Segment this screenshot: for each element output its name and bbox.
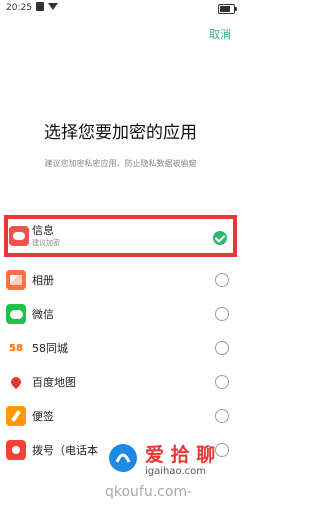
app-row-messages[interactable]: 信息 建议加密 — [4, 215, 237, 257]
watermark-url: igaihao.com — [145, 466, 206, 477]
app-row-wechat[interactable]: 微信 — [0, 297, 241, 331]
app-row-baidu-map[interactable]: 百度地图 — [0, 365, 241, 399]
battery-icon — [218, 4, 237, 14]
app-row-photos[interactable]: 相册 — [0, 263, 241, 297]
app-name: 百度地图 — [32, 376, 76, 389]
app-name: 信息 — [32, 224, 54, 237]
watermark-bottom: qkoufu.com- — [105, 484, 193, 500]
watermark: 爱 拾 聊 igaihao.com qkoufu.com- — [105, 440, 235, 504]
status-icons — [36, 2, 58, 11]
app-list: 信息 建议加密 相册 微信 58 58同城 百度地图 便签 拨号（电话本 — [0, 215, 241, 467]
checked-icon[interactable] — [213, 231, 227, 245]
app-name: 微信 — [32, 308, 54, 321]
status-time: 20:25 — [6, 3, 32, 13]
app-name: 58同城 — [32, 342, 68, 355]
app-row-58[interactable]: 58 58同城 — [0, 331, 241, 365]
radio-button[interactable] — [215, 273, 229, 287]
page-title: 选择您要加密的应用 — [44, 123, 197, 143]
watermark-logo-icon — [109, 444, 137, 472]
page-subtitle: 建议您加密私密应用，防止隐私数据被偷窥 — [44, 159, 197, 168]
app-name: 拨号（电话本 — [32, 444, 98, 457]
dialer-icon — [6, 440, 26, 460]
app-name: 便签 — [32, 410, 54, 423]
sim-icon — [36, 2, 44, 11]
message-icon — [9, 226, 29, 246]
58-icon: 58 — [6, 338, 26, 358]
cancel-button[interactable]: 取消 — [209, 26, 231, 42]
radio-button[interactable] — [215, 307, 229, 321]
app-name: 相册 — [32, 274, 54, 287]
radio-button[interactable] — [215, 409, 229, 423]
photos-icon — [6, 270, 26, 290]
status-bar: 20:25 — [0, 0, 241, 18]
radio-button[interactable] — [215, 341, 229, 355]
app-recommend-label: 建议加密 — [32, 239, 60, 247]
radio-button[interactable] — [215, 375, 229, 389]
wechat-icon — [6, 304, 26, 324]
app-row-notes[interactable]: 便签 — [0, 399, 241, 433]
notes-icon — [6, 406, 26, 426]
baidu-map-icon — [6, 372, 26, 392]
wifi-icon — [48, 3, 58, 10]
watermark-brand: 爱 拾 聊 — [145, 444, 216, 466]
